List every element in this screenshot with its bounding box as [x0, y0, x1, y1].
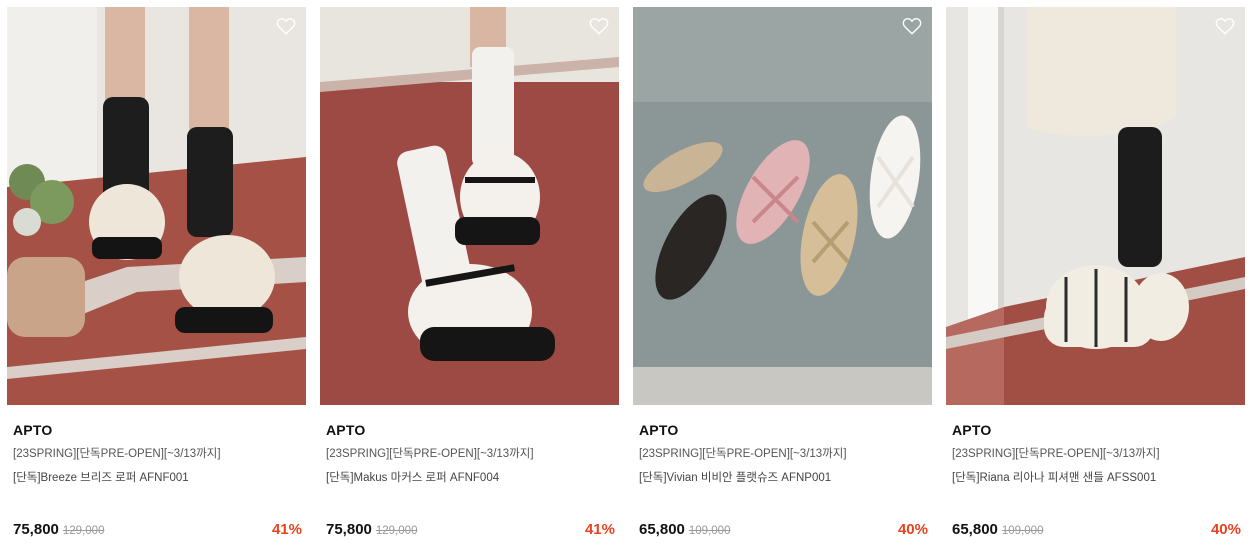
product-info: APTO [23SPRING][단독PRE-OPEN][~3/13까지] [단독… — [13, 421, 302, 486]
original-price: 109,000 — [688, 525, 731, 537]
wishlist-button[interactable] — [1214, 15, 1236, 37]
sale-price: 65,800 — [952, 521, 998, 538]
brand-name[interactable]: APTO — [639, 421, 928, 439]
heart-outline-icon — [589, 17, 609, 35]
discount-rate: 40% — [897, 521, 928, 538]
product-tag[interactable]: [23SPRING][단독PRE-OPEN][~3/13까지] — [13, 446, 302, 462]
product-tag[interactable]: [23SPRING][단독PRE-OPEN][~3/13까지] — [952, 446, 1241, 462]
product-tag[interactable]: [23SPRING][단독PRE-OPEN][~3/13까지] — [639, 446, 928, 462]
brand-name[interactable]: APTO — [952, 421, 1241, 439]
product-info: APTO [23SPRING][단독PRE-OPEN][~3/13까지] [단독… — [326, 421, 615, 486]
loafer-photo — [7, 7, 306, 405]
brand-name[interactable]: APTO — [13, 421, 302, 439]
price-row: 65,800 109,000 40% — [952, 521, 1241, 541]
product-card[interactable]: APTO [23SPRING][단독PRE-OPEN][~3/13까지] [단독… — [7, 7, 306, 551]
heart-outline-icon — [276, 17, 296, 35]
price-row: 75,800 129,000 41% — [13, 521, 302, 541]
product-info: APTO [23SPRING][단독PRE-OPEN][~3/13까지] [단독… — [639, 421, 928, 486]
product-card[interactable]: APTO [23SPRING][단독PRE-OPEN][~3/13까지] [단독… — [946, 7, 1245, 551]
product-image[interactable] — [946, 7, 1245, 405]
flat-shoes-photo — [633, 7, 932, 405]
original-price: 129,000 — [375, 525, 418, 537]
product-name[interactable]: [단독]Breeze 브리즈 로퍼 AFNF001 — [13, 470, 302, 486]
product-grid: APTO [23SPRING][단독PRE-OPEN][~3/13까지] [단독… — [7, 7, 1245, 551]
product-name[interactable]: [단독]Vivian 비비안 플랫슈즈 AFNP001 — [639, 470, 928, 486]
product-info: APTO [23SPRING][단독PRE-OPEN][~3/13까지] [단독… — [952, 421, 1241, 486]
product-tag[interactable]: [23SPRING][단독PRE-OPEN][~3/13까지] — [326, 446, 615, 462]
price-row: 75,800 129,000 41% — [326, 521, 615, 541]
original-price: 109,000 — [1001, 525, 1044, 537]
sale-price: 75,800 — [326, 521, 372, 538]
discount-rate: 41% — [271, 521, 302, 538]
product-card[interactable]: APTO [23SPRING][단독PRE-OPEN][~3/13까지] [단독… — [320, 7, 619, 551]
wishlist-button[interactable] — [275, 15, 297, 37]
heart-outline-icon — [902, 17, 922, 35]
discount-rate: 40% — [1210, 521, 1241, 538]
product-image[interactable] — [633, 7, 932, 405]
mary-jane-loafer-photo — [320, 7, 619, 405]
fisherman-sandal-photo — [946, 7, 1245, 405]
sale-price: 75,800 — [13, 521, 59, 538]
product-name[interactable]: [단독]Riana 리아나 피셔맨 샌들 AFSS001 — [952, 470, 1241, 486]
product-image[interactable] — [320, 7, 619, 405]
brand-name[interactable]: APTO — [326, 421, 615, 439]
price-row: 65,800 109,000 40% — [639, 521, 928, 541]
product-name[interactable]: [단독]Makus 마커스 로퍼 AFNF004 — [326, 470, 615, 486]
product-card[interactable]: APTO [23SPRING][단독PRE-OPEN][~3/13까지] [단독… — [633, 7, 932, 551]
wishlist-button[interactable] — [588, 15, 610, 37]
discount-rate: 41% — [584, 521, 615, 538]
product-image[interactable] — [7, 7, 306, 405]
wishlist-button[interactable] — [901, 15, 923, 37]
original-price: 129,000 — [62, 525, 105, 537]
heart-outline-icon — [1215, 17, 1235, 35]
sale-price: 65,800 — [639, 521, 685, 538]
